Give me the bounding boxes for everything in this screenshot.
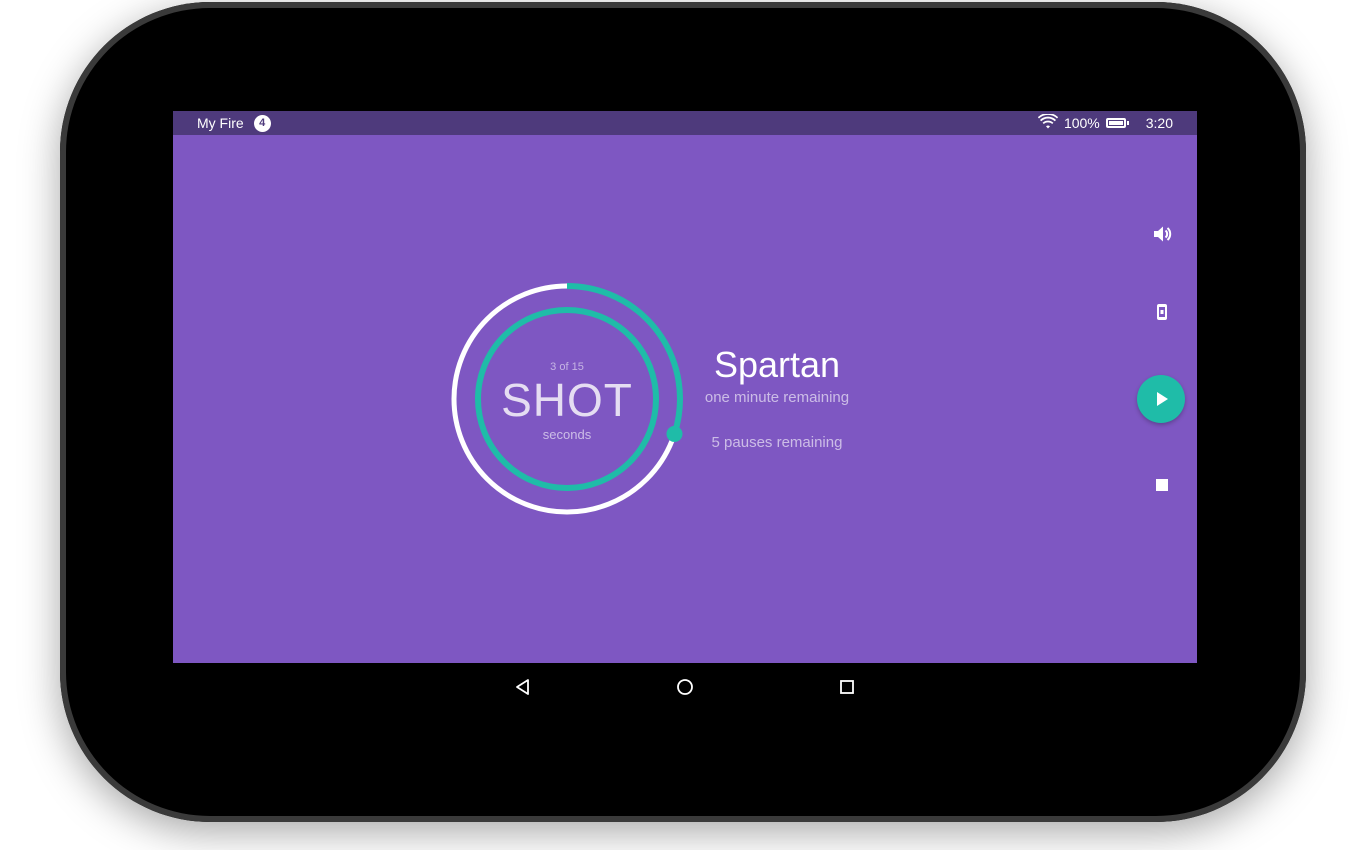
exercise-name: SHOT [501, 374, 633, 426]
app-screen: My Fire 4 100% 3:20 3 of 15 SHOT seconds… [173, 111, 1197, 663]
exercise-count: 3 of 15 [550, 361, 584, 373]
notification-badge[interactable]: 4 [253, 114, 271, 132]
play-icon [1157, 392, 1168, 406]
pauses-remaining: 5 pauses remaining [711, 434, 843, 451]
navigation-bar [173, 663, 1197, 711]
volume-up-icon [1154, 226, 1172, 242]
battery-icon [1105, 118, 1129, 128]
home-button[interactable] [673, 675, 697, 699]
timer-ring: 3 of 15 SHOT seconds [449, 281, 685, 517]
recents-button[interactable] [835, 675, 859, 699]
workout-info: Spartan one minute remaining 5 pauses re… [677, 343, 877, 451]
home-icon [677, 679, 693, 695]
status-bar: My Fire 4 100% 3:20 [173, 111, 1197, 135]
side-controls [1127, 111, 1197, 663]
recents-icon [840, 680, 854, 694]
timer-text: 3 of 15 SHOT seconds [449, 281, 685, 517]
time-remaining: one minute remaining [704, 389, 850, 406]
keep-screen-on-button[interactable] [1139, 289, 1185, 335]
wifi-icon [1037, 112, 1059, 133]
status-left: My Fire 4 [197, 111, 271, 135]
workout-title: Spartan [713, 344, 841, 385]
back-button[interactable] [511, 675, 535, 699]
timer-unit: seconds [542, 427, 592, 442]
volume-button[interactable] [1139, 211, 1185, 257]
keep-screen-on-icon [1157, 304, 1167, 320]
play-button[interactable] [1137, 375, 1185, 423]
battery-percent: 100% [1063, 115, 1100, 131]
back-icon [516, 679, 529, 695]
stop-icon [1156, 479, 1168, 491]
app-name: My Fire [197, 115, 244, 131]
stop-button[interactable] [1139, 462, 1185, 508]
